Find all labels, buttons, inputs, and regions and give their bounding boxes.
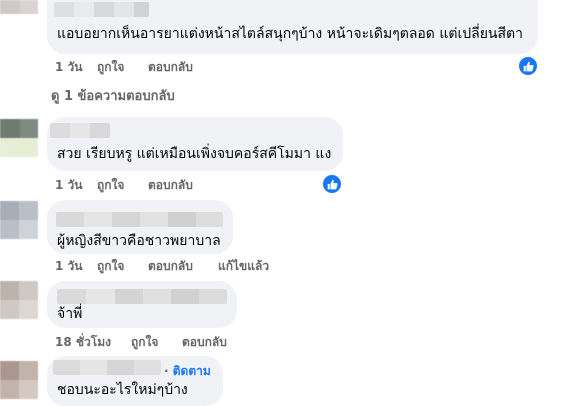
blurred-author-name[interactable] — [56, 212, 223, 227]
view-replies-link[interactable]: ดู 1 ข้อความตอบกลับ — [51, 89, 175, 105]
comment-text: แอบอยากเห็นอารยาแต่งหน้าสไตล์สนุกๆบ้าง ห… — [57, 26, 523, 42]
blurred-author-name[interactable] — [54, 2, 149, 17]
blurred-author-name[interactable] — [57, 289, 227, 304]
comment-bubble: แอบอยากเห็นอารยาแต่งหน้าสไตล์สนุกๆบ้าง ห… — [47, 0, 538, 54]
reply-button[interactable]: ตอบกลับ — [148, 258, 193, 274]
like-button[interactable]: ถูกใจ — [131, 334, 158, 350]
reply-button[interactable]: ตอบกลับ — [148, 59, 193, 75]
avatar[interactable] — [0, 201, 38, 239]
follow-separator: · — [164, 364, 173, 378]
comment-text: จ้าพี่ — [57, 306, 83, 322]
comment-time[interactable]: 1 วัน — [55, 258, 82, 274]
avatar[interactable] — [0, 119, 38, 157]
like-icon[interactable] — [517, 55, 539, 77]
comment-bubble: จ้าพี่ — [47, 281, 237, 328]
like-button[interactable]: ถูกใจ — [97, 59, 124, 75]
blurred-author-name[interactable] — [50, 123, 110, 138]
follow-label[interactable]: ติดตาม — [173, 364, 211, 378]
avatar[interactable] — [0, 281, 38, 319]
like-button[interactable]: ถูกใจ — [97, 177, 124, 193]
like-button[interactable]: ถูกใจ — [97, 258, 124, 274]
blurred-author-name[interactable] — [53, 360, 161, 375]
comment-time[interactable]: 1 วัน — [55, 59, 82, 75]
comment-time[interactable]: 18 ชั่วโมง — [55, 334, 111, 350]
avatar[interactable] — [0, 361, 38, 399]
comment-bubble: ผู้หญิงสีขาวคือชาวพยาบาล — [47, 200, 233, 254]
follow-button[interactable]: · ติดตาม — [164, 362, 211, 381]
avatar[interactable] — [0, 0, 38, 38]
comment-text: ชอบนะอะไรใหม่ๆบ้าง — [57, 382, 188, 398]
comment-time[interactable]: 1 วัน — [55, 177, 82, 193]
comment-text: สวย เรียบหรู แต่เหมือนเพิ่งจบคอร์สคีโมมา… — [57, 146, 332, 162]
edited-label[interactable]: แก้ไขแล้ว — [218, 258, 269, 274]
reply-button[interactable]: ตอบกลับ — [182, 334, 227, 350]
comment-text: ผู้หญิงสีขาวคือชาวพยาบาล — [57, 233, 221, 249]
comment-bubble: สวย เรียบหรู แต่เหมือนเพิ่งจบคอร์สคีโมมา… — [47, 117, 343, 171]
like-icon[interactable] — [321, 173, 343, 195]
comment-bubble: · ติดตาม ชอบนะอะไรใหม่ๆบ้าง — [47, 356, 223, 406]
reply-button[interactable]: ตอบกลับ — [148, 177, 193, 193]
